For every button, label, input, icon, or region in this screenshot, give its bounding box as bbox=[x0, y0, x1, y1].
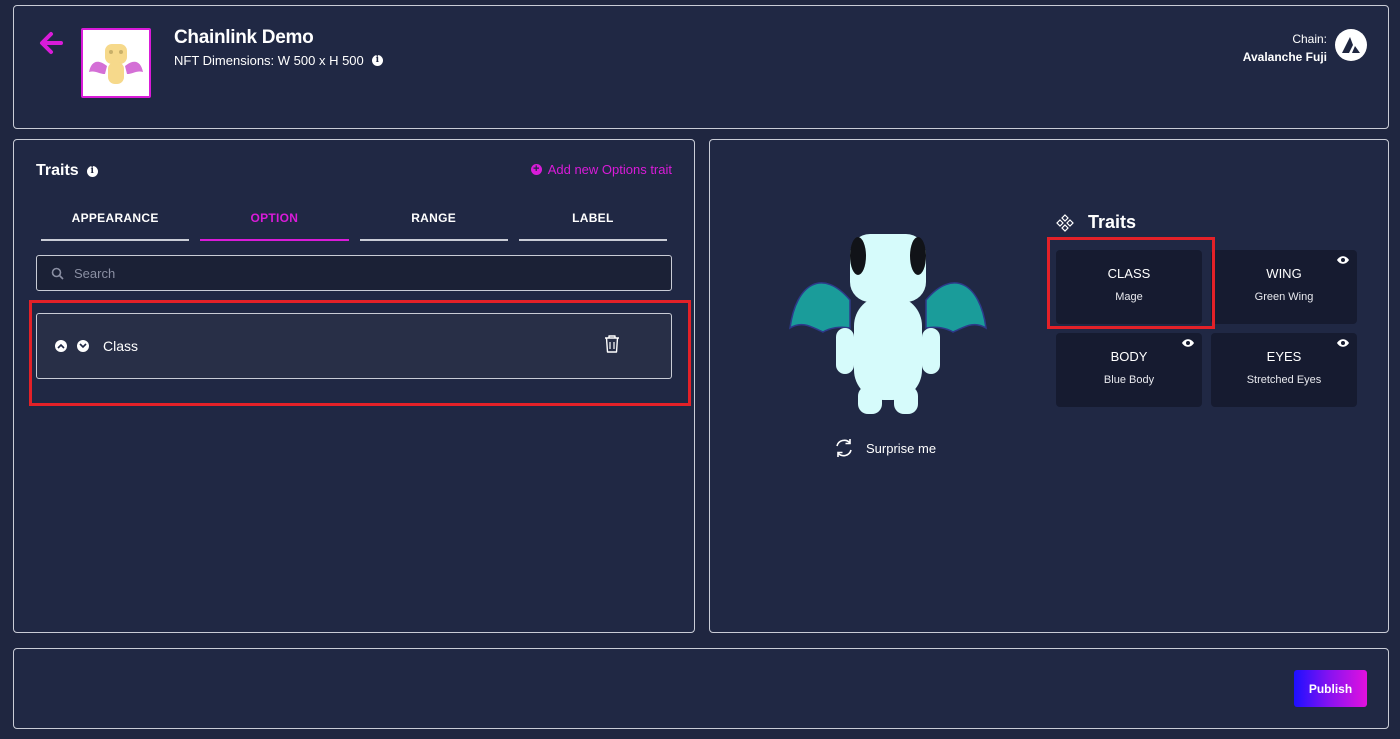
nft-character-preview bbox=[789, 234, 987, 414]
trait-card-value: Blue Body bbox=[1103, 374, 1155, 386]
tab-range[interactable]: RANGE bbox=[359, 211, 508, 241]
add-options-trait-text: Add new Options trait bbox=[547, 162, 672, 177]
tab-label[interactable]: LABEL bbox=[518, 211, 667, 241]
trait-card-value: Stretched Eyes bbox=[1246, 374, 1322, 386]
option-trait-row[interactable]: Class bbox=[36, 313, 672, 379]
preview-traits-title: Traits bbox=[1056, 212, 1136, 233]
info-icon[interactable]: i bbox=[86, 165, 98, 177]
trait-card-name: WING bbox=[1266, 266, 1302, 281]
option-trait-label: Class bbox=[103, 338, 139, 354]
nft-preview-panel: Surprise me Traits CLASS Mage WING Green… bbox=[709, 139, 1389, 633]
traits-heading: Traits i bbox=[36, 162, 98, 180]
character-thumbnail-icon bbox=[89, 44, 143, 84]
nft-dimensions: NFT Dimensions: W 500 x H 500 i bbox=[174, 53, 383, 68]
search-icon bbox=[51, 267, 64, 280]
avalanche-logo-icon bbox=[1335, 29, 1367, 61]
arrow-left-icon[interactable] bbox=[38, 30, 64, 56]
eye-icon[interactable] bbox=[1336, 255, 1350, 265]
publish-button[interactable]: Publish bbox=[1294, 670, 1367, 707]
trait-card-body[interactable]: BODY Blue Body bbox=[1056, 333, 1202, 407]
search-box bbox=[36, 255, 672, 291]
chain-label: Chain: bbox=[1292, 32, 1327, 46]
trait-type-tabs: APPEARANCE OPTION RANGE LABEL bbox=[41, 211, 667, 241]
plus-circle-icon: + bbox=[530, 164, 542, 175]
trait-card-eyes[interactable]: EYES Stretched Eyes bbox=[1211, 333, 1357, 407]
tab-option[interactable]: OPTION bbox=[200, 211, 349, 241]
preview-traits-title-text: Traits bbox=[1088, 212, 1137, 232]
project-title: Chainlink Demo bbox=[174, 27, 314, 48]
nft-thumbnail bbox=[81, 28, 151, 98]
surprise-me-text: Surprise me bbox=[866, 440, 937, 456]
class-card-highlight bbox=[1047, 237, 1215, 329]
trait-card-wing[interactable]: WING Green Wing bbox=[1211, 250, 1357, 324]
trash-icon[interactable] bbox=[603, 334, 621, 354]
trait-card-name: EYES bbox=[1266, 349, 1302, 364]
eye-icon[interactable] bbox=[1181, 338, 1195, 348]
trait-card-value: Green Wing bbox=[1254, 291, 1314, 303]
chain-value: Avalanche Fuji bbox=[1242, 50, 1327, 64]
search-input[interactable] bbox=[72, 264, 671, 282]
tab-appearance[interactable]: APPEARANCE bbox=[41, 211, 190, 241]
info-icon[interactable]: i bbox=[371, 55, 383, 66]
chevron-up-icon[interactable] bbox=[55, 340, 67, 352]
traits-editor-panel: Traits i + Add new Options trait APPEARA… bbox=[13, 139, 695, 633]
footer-bar: Publish bbox=[13, 648, 1389, 729]
add-options-trait-link[interactable]: + Add new Options trait bbox=[530, 162, 672, 177]
chevron-down-icon[interactable] bbox=[77, 340, 89, 352]
surprise-me-button[interactable]: Surprise me bbox=[834, 438, 936, 458]
nft-dimensions-text: NFT Dimensions: W 500 x H 500 bbox=[174, 53, 364, 68]
traits-heading-text: Traits bbox=[36, 162, 79, 179]
eye-icon[interactable] bbox=[1336, 338, 1350, 348]
header-bar: Chainlink Demo NFT Dimensions: W 500 x H… bbox=[13, 5, 1389, 129]
traits-diamond-icon bbox=[1056, 213, 1074, 232]
trait-card-name: BODY bbox=[1110, 349, 1148, 364]
refresh-icon bbox=[836, 439, 852, 457]
